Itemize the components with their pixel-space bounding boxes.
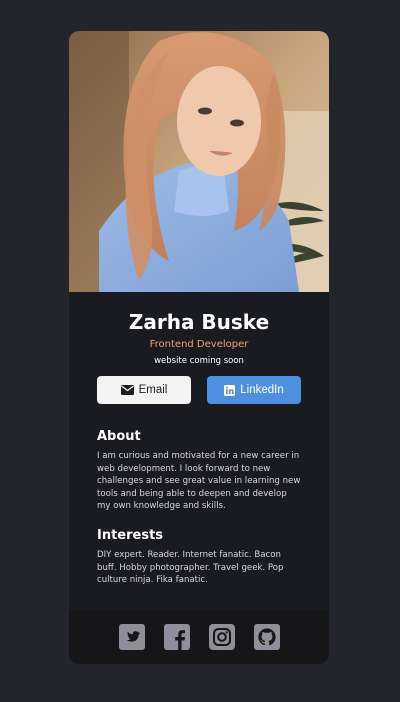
facebook-icon[interactable] bbox=[163, 624, 190, 650]
profile-name: Zarha Buske bbox=[128, 310, 270, 334]
profile-card: Zarha Buske Frontend Developer website c… bbox=[69, 31, 329, 664]
about-text: I am curious and motivated for a new car… bbox=[97, 451, 301, 512]
profile-photo bbox=[69, 31, 329, 292]
linkedin-button-label: LinkedIn bbox=[240, 384, 284, 396]
email-button[interactable]: Email bbox=[97, 376, 191, 404]
github-icon[interactable] bbox=[253, 624, 280, 650]
interests-text: DIY expert. Reader. Internet fanatic. Ba… bbox=[97, 549, 284, 586]
instagram-icon[interactable] bbox=[208, 624, 235, 650]
interests-section: Interests DIY expert. Reader. Internet f… bbox=[69, 528, 329, 587]
about-heading: About bbox=[97, 429, 141, 444]
profile-website: website coming soon bbox=[154, 356, 244, 366]
linkedin-icon bbox=[224, 384, 236, 396]
email-button-label: Email bbox=[138, 384, 168, 396]
social-footer bbox=[69, 610, 329, 664]
twitter-icon[interactable] bbox=[118, 624, 145, 650]
linkedin-button[interactable]: LinkedIn bbox=[207, 376, 301, 404]
interests-heading: Interests bbox=[97, 527, 164, 543]
envelope-icon bbox=[120, 385, 134, 395]
profile-role: Frontend Developer bbox=[149, 339, 249, 350]
profile-info: Zarha Buske Frontend Developer website c… bbox=[69, 292, 329, 404]
contact-buttons: Email LinkedIn bbox=[69, 376, 329, 404]
about-section: About I am curious and motivated for a n… bbox=[69, 429, 329, 513]
